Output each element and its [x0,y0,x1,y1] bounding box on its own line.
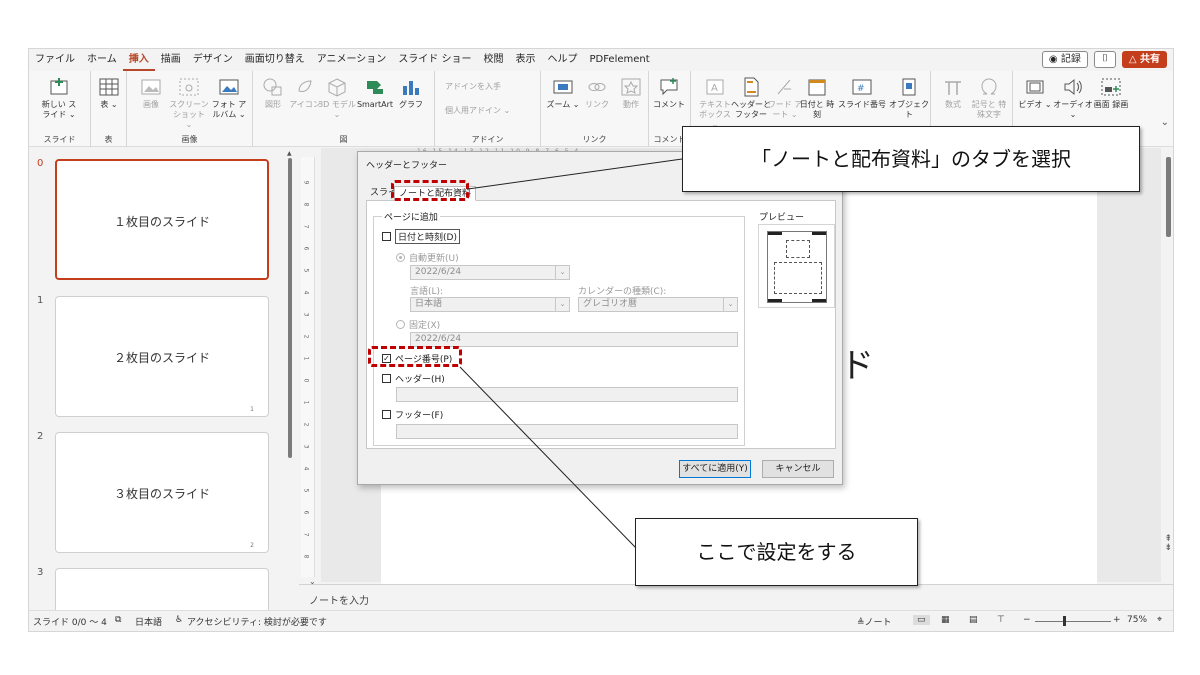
bottom-callout-line [459,366,637,549]
top-callout-line [467,158,683,190]
bottom-callout: ここで設定をする [635,518,918,586]
top-callout: 「ノートと配布資料」のタブを選択 [682,126,1140,192]
callout-connectors [459,158,683,549]
